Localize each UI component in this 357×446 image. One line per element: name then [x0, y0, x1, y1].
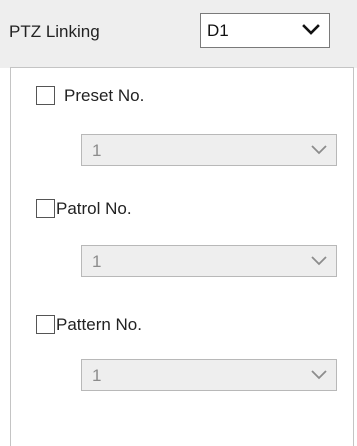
chevron-down-icon: [311, 145, 327, 155]
pattern-checkbox[interactable]: [36, 315, 55, 334]
patrol-label: Patrol No.: [56, 199, 132, 218]
ptz-options-panel: Preset No. 1 Patrol No. 1 Pattern No. 1: [10, 67, 354, 446]
preset-number-value: 1: [92, 141, 102, 160]
patrol-number-value: 1: [92, 252, 102, 271]
preset-number-select[interactable]: 1: [81, 134, 337, 166]
preset-checkbox[interactable]: [36, 86, 55, 105]
ptz-linking-panel: PTZ Linking D1 Preset No. 1 Patrol No. 1: [0, 0, 357, 446]
preset-label: Preset No.: [64, 86, 145, 105]
patrol-checkbox[interactable]: [36, 199, 55, 218]
pattern-number-select[interactable]: 1: [81, 359, 337, 391]
chevron-down-icon: [311, 370, 327, 380]
pattern-number-value: 1: [92, 366, 102, 385]
chevron-down-icon: [302, 24, 320, 35]
ptz-linking-title: PTZ Linking: [9, 22, 100, 41]
pattern-label: Pattern No.: [56, 315, 142, 334]
channel-select[interactable]: D1: [200, 13, 330, 48]
channel-select-value: D1: [207, 21, 229, 40]
patrol-number-select[interactable]: 1: [81, 245, 337, 277]
ptz-linking-header: PTZ Linking D1: [0, 0, 357, 68]
chevron-down-icon: [311, 256, 327, 266]
